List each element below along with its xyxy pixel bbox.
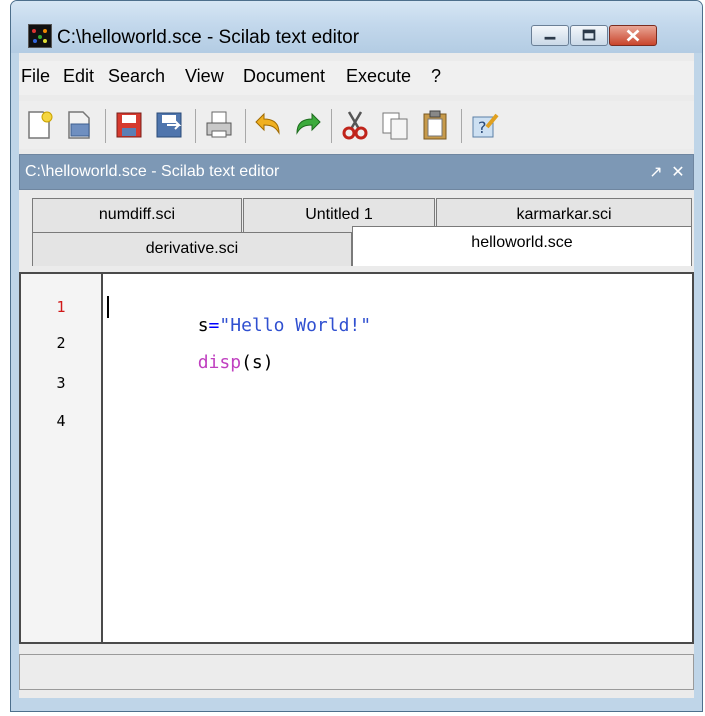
undock-icon[interactable]: ↗ — [647, 165, 665, 181]
menu-document[interactable]: Document — [243, 66, 325, 87]
menu-file[interactable]: File — [21, 66, 50, 87]
copy-icon[interactable] — [379, 109, 411, 141]
window-title: C:\helloworld.sce - Scilab text editor — [57, 27, 360, 48]
svg-text:?: ? — [478, 118, 487, 137]
open-file-icon[interactable] — [63, 109, 95, 141]
print-icon[interactable] — [203, 109, 235, 141]
tab-derivative[interactable]: derivative.sci — [32, 232, 352, 266]
menu-execute[interactable]: Execute — [346, 66, 411, 87]
menu-search[interactable]: Search — [108, 66, 165, 87]
window-client-area: File Edit Search View Document Execute ? — [19, 53, 694, 711]
toolbar-separator — [461, 109, 462, 143]
status-bar — [19, 654, 694, 690]
code-token: s — [251, 352, 263, 373]
code-token: ) — [262, 352, 274, 373]
scilab-app-icon — [28, 24, 52, 48]
save-icon[interactable] — [113, 109, 145, 141]
minimize-button[interactable] — [531, 25, 569, 46]
line-number: 1 — [56, 298, 66, 316]
save-as-icon[interactable] — [153, 109, 185, 141]
line-number: 4 — [56, 412, 66, 430]
title-bar[interactable]: C:\helloworld.sce - Scilab text editor — [11, 1, 702, 53]
code-line[interactable]: disp(s) — [111, 331, 274, 394]
window-bottom-border — [19, 698, 694, 711]
close-panel-icon[interactable]: ✕ — [669, 165, 687, 181]
toolbar: ? — [19, 101, 694, 149]
paste-icon[interactable] — [419, 109, 451, 141]
undo-icon[interactable] — [253, 109, 285, 141]
editor-window: C:\helloworld.sce - Scilab text editor F… — [10, 0, 703, 712]
line-number: 2 — [56, 334, 66, 352]
maximize-button[interactable] — [570, 25, 608, 46]
menu-help[interactable]: ? — [431, 66, 441, 87]
tab-numdiff[interactable]: numdiff.sci — [32, 198, 242, 232]
menu-edit[interactable]: Edit — [63, 66, 94, 87]
toolbar-separator — [331, 109, 332, 143]
file-tabs: numdiff.sci Untitled 1 karmarkar.sci der… — [19, 190, 694, 272]
new-file-icon[interactable] — [23, 109, 55, 141]
menu-view[interactable]: View — [185, 66, 224, 87]
menu-bar: File Edit Search View Document Execute ? — [19, 61, 694, 95]
toolbar-separator — [195, 109, 196, 143]
close-window-button[interactable] — [609, 25, 657, 46]
help-icon[interactable]: ? — [469, 109, 501, 141]
code-editor[interactable]: 1 2 3 4 s="Hello World!" disp(s) — [19, 272, 694, 644]
redo-icon[interactable] — [291, 109, 323, 141]
panel-title: C:\helloworld.sce - Scilab text editor — [25, 163, 280, 180]
tab-helloworld[interactable]: helloworld.sce — [352, 226, 692, 266]
line-number-gutter: 1 2 3 4 — [21, 274, 103, 642]
line-number: 3 — [56, 374, 66, 392]
editor-panel-header: C:\helloworld.sce - Scilab text editor ↗… — [19, 154, 694, 190]
cut-icon[interactable] — [339, 109, 371, 141]
toolbar-separator — [105, 109, 106, 143]
toolbar-separator — [245, 109, 246, 143]
code-token: disp — [197, 352, 242, 373]
code-token: ( — [241, 352, 252, 373]
text-caret — [107, 296, 109, 318]
